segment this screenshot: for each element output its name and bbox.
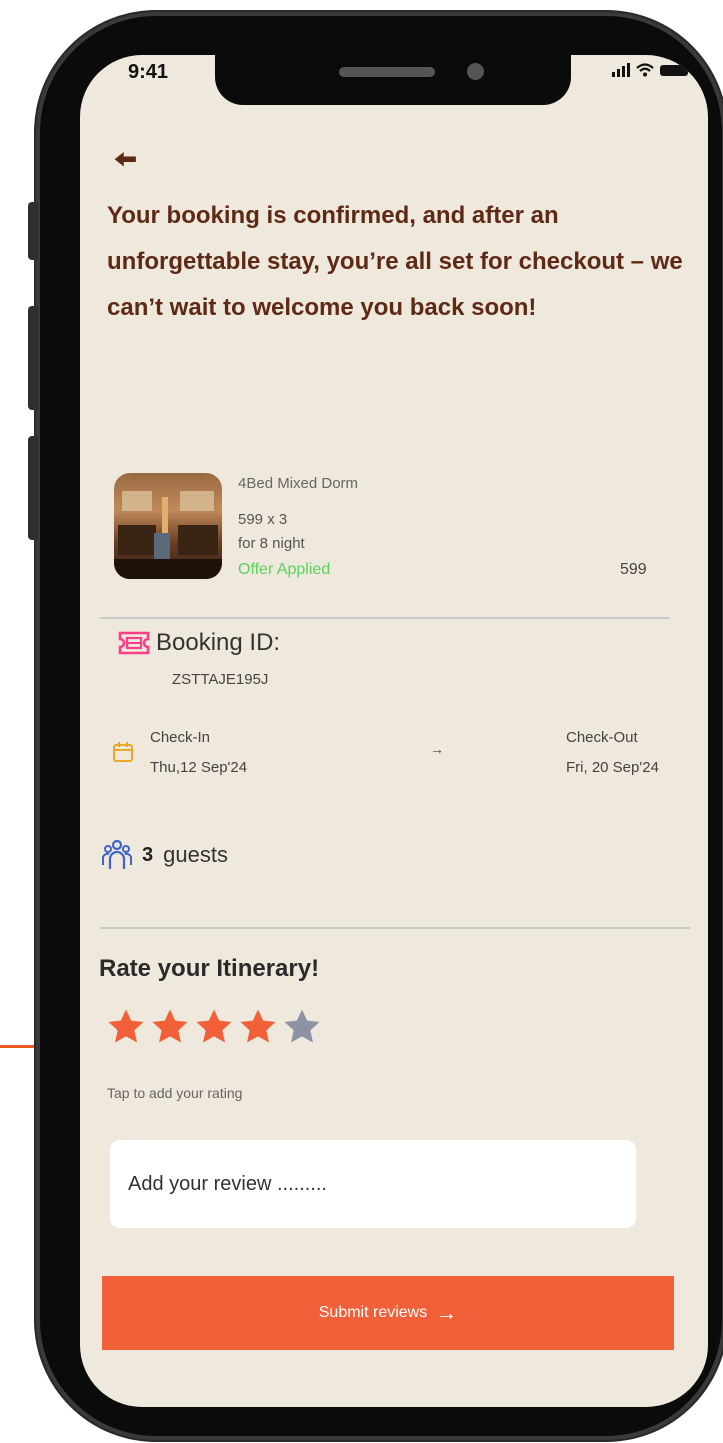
divider	[100, 927, 690, 929]
wifi-icon	[636, 63, 654, 77]
status-time: 9:41	[128, 61, 169, 83]
signal-icon	[612, 63, 630, 77]
star-icon[interactable]	[282, 1007, 322, 1047]
room-price-line: 599 x 3	[238, 511, 288, 528]
booking-id-value: ZSTTAJE195J	[172, 671, 269, 688]
battery-icon	[660, 64, 691, 76]
app-screen: 9:41 🠨 Your booking is confirmed, and af…	[80, 55, 708, 1407]
star-icon[interactable]	[106, 1007, 146, 1047]
booking-id-row: Booking ID:	[118, 629, 280, 657]
back-arrow-icon[interactable]: 🠨	[114, 139, 137, 187]
guests-count: 3	[142, 843, 154, 866]
confirmation-headline: Your booking is confirmed, and after an …	[107, 202, 683, 321]
arrow-right-icon: →	[435, 1300, 458, 1325]
phone-volume-up	[28, 306, 38, 410]
ticket-icon	[118, 631, 150, 655]
star-rating[interactable]	[106, 1007, 322, 1047]
room-name: 4Bed Mixed Dorm	[238, 475, 359, 492]
rate-title: Rate your Itinerary!	[99, 955, 320, 982]
booking-id-label: Booking ID:	[156, 629, 281, 656]
phone-mute-switch	[28, 202, 38, 260]
status-icons	[612, 63, 691, 77]
star-icon[interactable]	[238, 1007, 278, 1047]
room-photo	[114, 473, 222, 579]
phone-volume-down	[28, 436, 38, 540]
notch	[215, 55, 571, 105]
room-nights: for 8 night	[238, 535, 305, 552]
speaker	[339, 67, 435, 77]
star-icon[interactable]	[150, 1007, 190, 1047]
star-icon[interactable]	[194, 1007, 234, 1047]
checkout-label: Check-Out	[566, 729, 638, 746]
divider	[100, 617, 670, 619]
submit-label: Submit reviews	[318, 1304, 428, 1321]
checkout-date: Fri, 20 Sep'24	[566, 759, 659, 776]
offer-applied-label: Offer Applied	[238, 561, 331, 578]
room-total: 599	[620, 561, 647, 578]
checkin-label: Check-In	[150, 729, 211, 746]
submit-reviews-button[interactable]: Submit reviews →	[102, 1276, 674, 1350]
calendar-icon	[113, 742, 133, 762]
guests-icon	[102, 839, 132, 869]
guests-label: guests	[163, 842, 228, 867]
arrow-right-icon: →	[430, 741, 444, 757]
guests-row: 3 guests	[102, 839, 228, 871]
review-input[interactable]	[110, 1140, 636, 1228]
checkin-date: Thu,12 Sep'24	[150, 759, 248, 776]
rating-hint: Tap to add your rating	[107, 1085, 243, 1101]
camera	[467, 63, 484, 80]
